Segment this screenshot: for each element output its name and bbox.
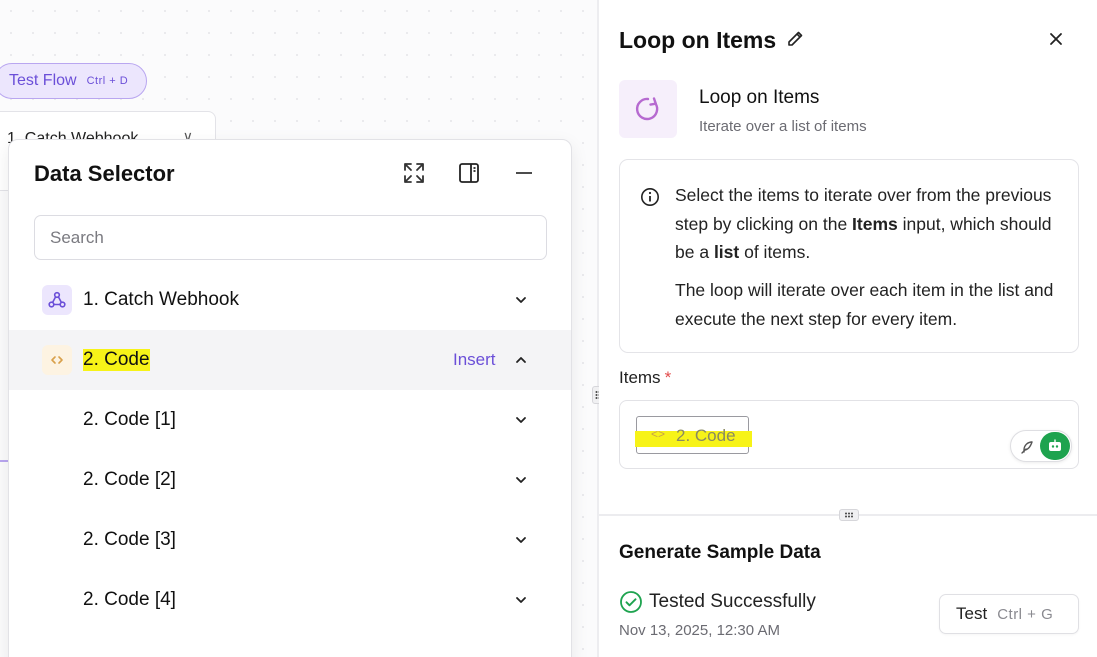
data-selector-title: Data Selector [34, 161, 175, 186]
generate-sample-data-title: Generate Sample Data [619, 542, 821, 563]
bot-icon[interactable] [1040, 432, 1070, 460]
code-icon: <> [651, 427, 666, 441]
test-button-label: Test [956, 604, 988, 623]
chevron-down-icon[interactable] [513, 472, 529, 488]
test-flow-button[interactable]: Test Flow Ctrl + D [0, 63, 148, 99]
chevron-down-icon[interactable] [513, 292, 529, 308]
close-icon[interactable] [1046, 29, 1066, 49]
info-text-2: The loop will iterate over each item in … [675, 280, 1054, 329]
row-label: 2. Code [83, 349, 150, 371]
test-timestamp: Nov 13, 2025, 12:30 AM [619, 622, 780, 639]
expand-icon[interactable] [401, 160, 427, 186]
data-selector-row-code-1[interactable]: 2. Code [1] [9, 390, 571, 450]
resize-handle-icon[interactable] [839, 509, 859, 521]
data-selector-panel: Data Selector 1. Catch Webhook [8, 139, 572, 657]
row-label: 2. Code [3] [83, 529, 176, 550]
items-value-chip[interactable]: <> 2. Code [635, 416, 752, 454]
items-input[interactable]: <> 2. Code [619, 400, 1079, 469]
code-icon [42, 345, 72, 375]
items-field-label: Items * [619, 368, 672, 387]
row-label: 2. Code [1] [83, 409, 176, 430]
step-title: Loop on Items [619, 27, 777, 53]
data-selector-search-input[interactable] [34, 215, 547, 260]
piece-description: Iterate over a list of items [699, 118, 867, 135]
info-icon [641, 188, 659, 206]
required-marker: * [664, 368, 672, 387]
input-mode-toggle[interactable] [1010, 430, 1072, 462]
pencil-icon[interactable] [785, 29, 805, 49]
test-step-button[interactable]: Test Ctrl + G [939, 594, 1079, 634]
insert-button[interactable]: Insert [453, 350, 496, 370]
items-value-label: 2. Code [676, 426, 736, 445]
data-selector-row-code-4[interactable]: 2. Code [4] [9, 570, 571, 630]
test-status-label: Tested Successfully [649, 591, 816, 612]
check-circle-icon [620, 591, 642, 613]
step-settings-panel: Loop on Items Loop on Items Iterate over… [599, 0, 1097, 657]
chevron-down-icon[interactable] [513, 412, 529, 428]
minimize-icon[interactable] [511, 160, 537, 186]
chevron-down-icon[interactable] [513, 592, 529, 608]
webhook-icon [42, 285, 72, 315]
data-selector-row-catch-webhook[interactable]: 1. Catch Webhook [9, 270, 571, 330]
dock-panel-icon[interactable] [456, 160, 482, 186]
chevron-down-icon[interactable] [513, 532, 529, 548]
test-flow-label: Test Flow [9, 72, 77, 89]
info-text-1: Select the items to iterate over from th… [675, 185, 1052, 262]
data-selector-row-code-3[interactable]: 2. Code [3] [9, 510, 571, 570]
chevron-up-icon[interactable] [513, 352, 529, 368]
row-label: 2. Code [4] [83, 589, 176, 610]
loop-icon [619, 80, 677, 138]
row-label: 1. Catch Webhook [83, 289, 239, 310]
data-selector-row-code[interactable]: 2. Code Insert [9, 330, 571, 390]
test-flow-shortcut: Ctrl + D [86, 75, 129, 87]
row-label: 2. Code [2] [83, 469, 176, 490]
feather-icon[interactable] [1015, 435, 1039, 459]
info-box: Select the items to iterate over from th… [619, 159, 1079, 353]
piece-name: Loop on Items [699, 87, 820, 108]
data-selector-row-code-2[interactable]: 2. Code [2] [9, 450, 571, 510]
test-button-shortcut: Ctrl + G [997, 605, 1054, 623]
